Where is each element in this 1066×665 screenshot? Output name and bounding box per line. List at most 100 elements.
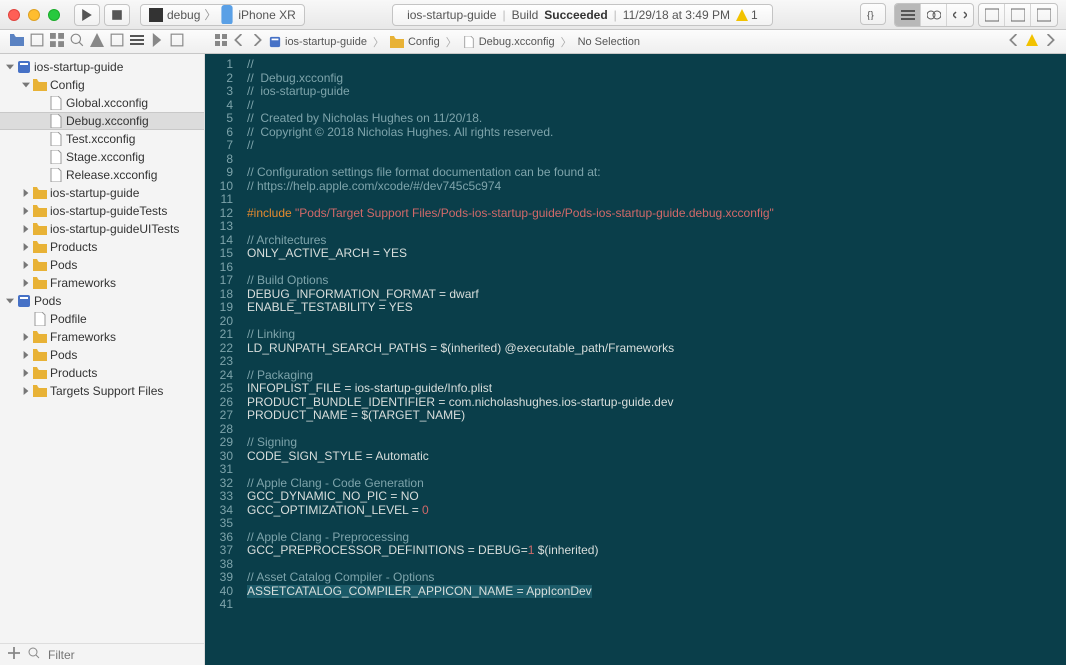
- debug-navigator-icon[interactable]: [130, 33, 144, 50]
- file-tree[interactable]: ios-startup-guide Config Global.xcconfig De…: [0, 54, 204, 643]
- tree-row[interactable]: Release.xcconfig: [0, 166, 204, 184]
- folder-icon: [32, 384, 48, 398]
- breakpoint-navigator-icon[interactable]: [150, 33, 164, 50]
- breadcrumb-project: ios-startup-guide: [285, 36, 367, 48]
- tree-row[interactable]: ios-startup-guideTests: [0, 202, 204, 220]
- disclosure-triangle-icon[interactable]: [20, 81, 32, 89]
- tree-row[interactable]: Debug.xcconfig: [0, 112, 204, 130]
- folder-icon: [32, 330, 48, 344]
- code-content[interactable]: //// Debug.xcconfig// ios-startup-guide/…: [239, 54, 1066, 665]
- disclosure-triangle-icon[interactable]: [20, 243, 32, 251]
- tree-item-label: Stage.xcconfig: [66, 150, 145, 164]
- right-panel-toggle[interactable]: [1031, 4, 1057, 26]
- left-panel-toggle[interactable]: [979, 4, 1005, 26]
- stop-button[interactable]: [104, 4, 130, 26]
- tree-item-label: Pods: [34, 294, 61, 308]
- disclosure-triangle-icon[interactable]: [20, 189, 32, 197]
- tree-row[interactable]: Pods: [0, 292, 204, 310]
- filter-input[interactable]: [48, 648, 203, 662]
- bottom-panel-toggle[interactable]: [1005, 4, 1031, 26]
- file-icon: [48, 168, 64, 182]
- tree-row[interactable]: Products: [0, 238, 204, 256]
- disclosure-triangle-icon[interactable]: [20, 351, 32, 359]
- jump-back-icon[interactable]: [1008, 34, 1020, 49]
- code-editor[interactable]: 1234567891011121314151617181920212223242…: [205, 54, 1066, 665]
- disclosure-triangle-icon[interactable]: [20, 387, 32, 395]
- test-navigator-icon[interactable]: [110, 33, 124, 50]
- issue-indicator-icon[interactable]: [1026, 34, 1038, 49]
- tree-row[interactable]: Frameworks: [0, 328, 204, 346]
- folder-icon: [32, 348, 48, 362]
- related-items-icon[interactable]: [215, 34, 227, 49]
- tree-row[interactable]: Config: [0, 76, 204, 94]
- find-navigator-icon[interactable]: [70, 33, 84, 50]
- tree-row[interactable]: Stage.xcconfig: [0, 148, 204, 166]
- disclosure-triangle-icon[interactable]: [20, 261, 32, 269]
- issue-navigator-icon[interactable]: [90, 33, 104, 50]
- tree-item-label: Config: [50, 78, 85, 92]
- activity-viewer: ios-startup-guide | Build Succeeded | 11…: [305, 4, 860, 26]
- code-snippets-button[interactable]: [860, 3, 886, 25]
- tree-item-label: Global.xcconfig: [66, 96, 148, 110]
- sourcecontrol-navigator-icon[interactable]: [30, 33, 44, 50]
- chevron-right-icon: 〉: [204, 6, 216, 23]
- forward-button[interactable]: [251, 34, 263, 49]
- disclosure-triangle-icon[interactable]: [20, 279, 32, 287]
- tree-row[interactable]: Pods: [0, 346, 204, 364]
- run-button[interactable]: [74, 4, 100, 26]
- back-button[interactable]: [233, 34, 245, 49]
- assistant-editor-button[interactable]: [921, 4, 947, 26]
- disclosure-triangle-icon[interactable]: [20, 225, 32, 233]
- scheme-selector[interactable]: debug 〉 iPhone XR: [140, 4, 305, 26]
- tree-item-label: Test.xcconfig: [66, 132, 135, 146]
- navigator-footer: [0, 643, 204, 665]
- warning-badge[interactable]: 1: [736, 8, 758, 22]
- report-navigator-icon[interactable]: [170, 33, 184, 50]
- minimize-window-button[interactable]: [28, 9, 40, 21]
- jump-forward-icon[interactable]: [1044, 34, 1056, 49]
- navigator-selector: [0, 33, 205, 50]
- add-button[interactable]: [8, 647, 20, 662]
- breadcrumb[interactable]: ios-startup-guide 〉 Config 〉 Debug.xccon…: [269, 34, 640, 50]
- file-icon: [48, 96, 64, 110]
- tree-item-label: ios-startup-guide: [34, 60, 123, 74]
- tree-item-label: Frameworks: [50, 330, 116, 344]
- status-time: 11/29/18 at 3:49 PM: [623, 8, 730, 22]
- disclosure-triangle-icon[interactable]: [4, 297, 16, 305]
- proj-icon: [16, 60, 32, 74]
- jump-bar: ios-startup-guide 〉 Config 〉 Debug.xccon…: [205, 34, 998, 50]
- file-icon: [463, 36, 475, 48]
- tree-row[interactable]: Podfile: [0, 310, 204, 328]
- tree-row[interactable]: ios-startup-guide: [0, 58, 204, 76]
- disclosure-triangle-icon[interactable]: [20, 369, 32, 377]
- tree-row[interactable]: Test.xcconfig: [0, 130, 204, 148]
- editor-right-icons: [998, 34, 1066, 49]
- disclosure-triangle-icon[interactable]: [20, 207, 32, 215]
- project-icon: [269, 36, 281, 48]
- folder-icon: [32, 204, 48, 218]
- tree-row[interactable]: ios-startup-guide: [0, 184, 204, 202]
- scheme-target-label: debug: [167, 8, 200, 22]
- warning-count: 1: [751, 8, 758, 22]
- breadcrumb-file: Debug.xcconfig: [479, 36, 555, 48]
- version-editor-button[interactable]: [947, 4, 973, 26]
- disclosure-triangle-icon[interactable]: [20, 333, 32, 341]
- status-action: Build: [512, 8, 539, 22]
- tree-row[interactable]: Products: [0, 364, 204, 382]
- symbol-navigator-icon[interactable]: [50, 33, 64, 50]
- device-icon: [220, 8, 234, 22]
- tree-row[interactable]: Pods: [0, 256, 204, 274]
- filter-icon: [28, 647, 40, 662]
- project-navigator-icon[interactable]: [10, 33, 24, 50]
- zoom-window-button[interactable]: [48, 9, 60, 21]
- standard-editor-button[interactable]: [895, 4, 921, 26]
- folder-icon: [32, 78, 48, 92]
- line-gutter: 1234567891011121314151617181920212223242…: [205, 54, 239, 665]
- tree-row[interactable]: Global.xcconfig: [0, 94, 204, 112]
- disclosure-triangle-icon[interactable]: [4, 63, 16, 71]
- titlebar: debug 〉 iPhone XR ios-startup-guide | Bu…: [0, 0, 1066, 30]
- tree-row[interactable]: Targets Support Files: [0, 382, 204, 400]
- tree-row[interactable]: Frameworks: [0, 274, 204, 292]
- tree-row[interactable]: ios-startup-guideUITests: [0, 220, 204, 238]
- close-window-button[interactable]: [8, 9, 20, 21]
